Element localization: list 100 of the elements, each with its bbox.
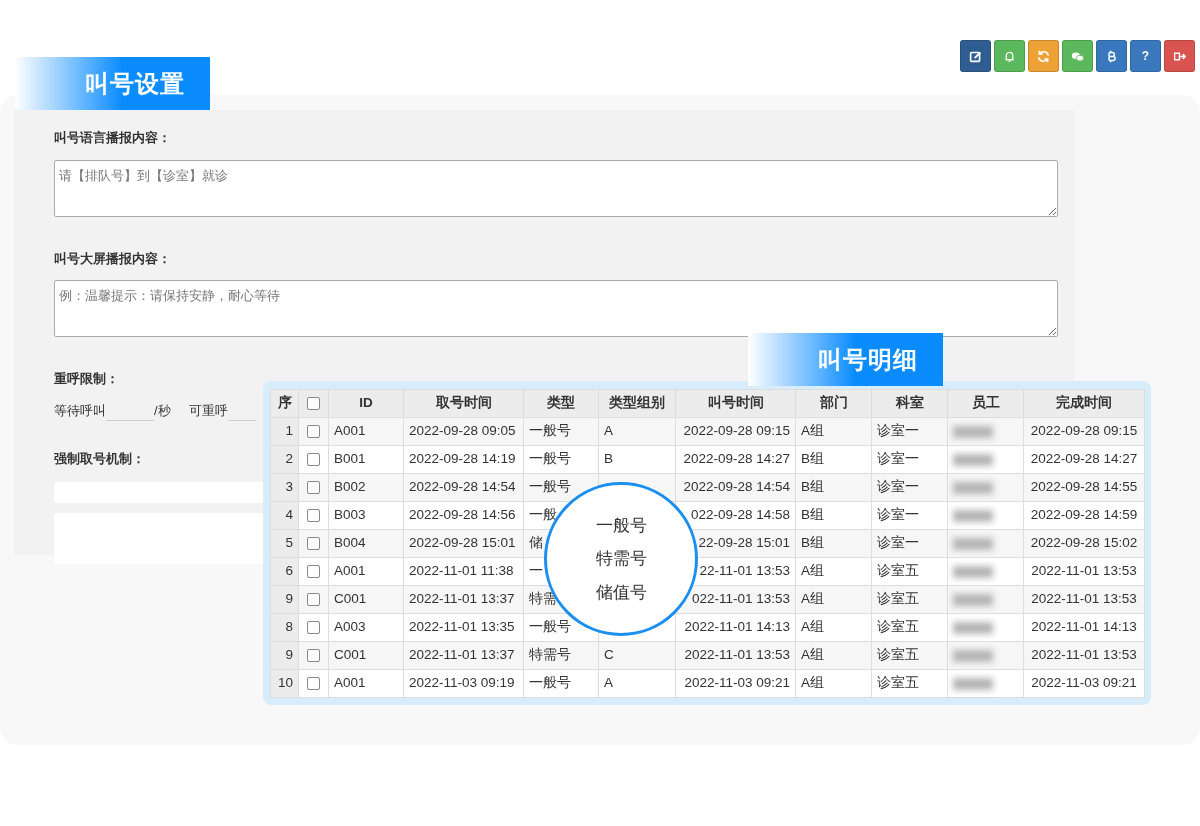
logout-button[interactable]	[1164, 40, 1195, 72]
help-button[interactable]: ?	[1130, 40, 1161, 72]
table-cell: 2022-11-01 11:38	[403, 557, 524, 586]
column-header: 序	[270, 389, 299, 418]
table-cell: 诊室五	[871, 669, 948, 698]
table-cell: 诊室五	[871, 585, 948, 614]
section-title: 叫号设置	[15, 57, 210, 110]
table-cell: A001	[328, 417, 404, 446]
table-cell: 2022-11-03 09:21	[1023, 669, 1145, 698]
table-cell: B组	[795, 473, 872, 502]
table-cell: 2022-11-01 13:37	[403, 641, 524, 670]
table-cell: A组	[795, 585, 872, 614]
table-cell: 诊室一	[871, 501, 948, 530]
table-cell: 2022-09-28 14:55	[1023, 473, 1145, 502]
table-cell: 2022-09-28 14:19	[403, 445, 524, 474]
table-cell: 一般号	[523, 669, 599, 698]
table-cell: B	[598, 445, 676, 474]
table-cell: 2022-09-28 14:54	[403, 473, 524, 502]
refresh-icon	[1037, 49, 1050, 63]
redacted-mark	[953, 649, 993, 662]
row-number: 10	[270, 669, 299, 698]
row-number: 9	[270, 585, 299, 614]
column-header: 完成时间	[1023, 389, 1145, 418]
table-cell: A组	[795, 613, 872, 642]
redacted-mark	[953, 621, 993, 634]
table-cell: 诊室五	[871, 613, 948, 642]
table-cell: A组	[795, 557, 872, 586]
column-header: 叫号时间	[675, 389, 796, 418]
table-cell: 2022-09-28 14:27	[1023, 445, 1145, 474]
table-cell: C	[598, 641, 676, 670]
row-number: 2	[270, 445, 299, 474]
checkbox[interactable]	[307, 425, 320, 439]
table-cell: 2022-09-28 09:15	[675, 417, 796, 446]
table-cell: A001	[328, 557, 404, 586]
table-cell: 诊室一	[871, 473, 948, 502]
table-cell: A	[598, 417, 676, 446]
checkbox[interactable]	[307, 537, 320, 551]
bell-icon	[1003, 49, 1016, 63]
table-cell: 诊室一	[871, 445, 948, 474]
checkbox[interactable]	[307, 593, 320, 607]
redacted-mark	[953, 509, 993, 522]
text-area[interactable]: 请【排队号】到【诊室】就诊	[54, 159, 1058, 217]
redacted-mark	[953, 677, 993, 690]
column-header: 科室	[871, 389, 948, 418]
row-number: 5	[270, 529, 299, 558]
unit-label: /秒	[154, 402, 171, 420]
table-cell: B组	[795, 445, 872, 474]
table-cell: 2022-09-28 14:56	[403, 501, 524, 530]
table-cell: 诊室五	[871, 557, 948, 586]
table-cell: 2022-11-01 13:53	[1023, 557, 1145, 586]
table-cell: 一般号	[523, 417, 599, 446]
field-label: 叫号大屏播报内容：	[54, 249, 171, 268]
table-cell: B001	[328, 445, 404, 474]
table-cell: 一般号	[523, 445, 599, 474]
row-number: 6	[270, 557, 299, 586]
checkbox[interactable]	[307, 565, 320, 579]
table-cell: 2022-09-28 14:54	[675, 473, 796, 502]
table-cell: 2022-11-01 13:35	[403, 613, 524, 642]
redacted-mark	[953, 481, 993, 494]
table-cell: A组	[795, 669, 872, 698]
field-label: 叫号语言播报内容：	[54, 129, 171, 147]
checkbox[interactable]	[307, 481, 320, 495]
wait-label: 等待呼叫	[54, 402, 106, 420]
table-cell: 2022-09-28 15:01	[403, 529, 524, 558]
checkbox[interactable]	[307, 677, 320, 691]
coin-button[interactable]	[1096, 40, 1127, 72]
redacted-mark	[953, 453, 993, 466]
table-cell: 诊室一	[871, 529, 948, 558]
edit-button[interactable]	[960, 40, 991, 72]
table-cell: 2022-09-28 09:15	[1023, 417, 1145, 446]
checkbox[interactable]	[307, 509, 320, 523]
table-cell: 2022-09-28 14:27	[675, 445, 796, 474]
chat-button[interactable]	[1062, 40, 1093, 72]
section-title: 叫号明细	[748, 333, 943, 386]
table-cell: 2022-11-01 13:37	[403, 585, 524, 614]
table-cell: 诊室五	[871, 641, 948, 670]
table-cell: 2022-11-03 09:19	[403, 669, 524, 698]
table-cell: 2022-09-28 15:02	[1023, 529, 1145, 558]
table-cell: B组	[795, 501, 872, 530]
checkbox[interactable]	[307, 621, 320, 635]
checkbox[interactable]	[307, 397, 320, 411]
table-cell: B002	[328, 473, 404, 502]
column-header: 类型组别	[598, 389, 676, 418]
redacted-mark	[953, 425, 993, 438]
table-cell: B组	[795, 529, 872, 558]
checkbox[interactable]	[307, 453, 320, 467]
field-label: 重呼限制：	[54, 370, 119, 388]
refresh-button[interactable]	[1028, 40, 1059, 72]
text-area[interactable]: 例：温馨提示：请保持安静，耐心等待	[54, 280, 1058, 337]
table-cell: A001	[328, 669, 404, 698]
checkbox[interactable]	[307, 649, 320, 663]
table-cell: 2022-11-01 13:53	[675, 641, 796, 670]
column-header: 类型	[523, 389, 599, 418]
row-number: 9	[270, 641, 299, 670]
table-cell: A003	[328, 613, 404, 642]
table-cell: 2022-09-28 14:59	[1023, 501, 1145, 530]
row-number: 4	[270, 501, 299, 530]
edit-icon	[969, 49, 982, 63]
table-cell: 2022-11-01 13:53	[1023, 641, 1145, 670]
redacted-mark	[953, 593, 993, 606]
